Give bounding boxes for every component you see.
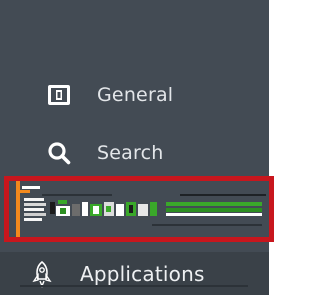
- general-settings-icon: [44, 82, 74, 108]
- sidebar-item-applications[interactable]: Applications: [0, 252, 269, 295]
- rocket-icon: [27, 260, 57, 288]
- sidebar-item-general[interactable]: General: [0, 75, 269, 115]
- divider: [20, 285, 248, 287]
- sidebar: General Search Applications: [0, 0, 269, 295]
- sidebar-item-label: General: [97, 84, 174, 106]
- search-icon: [44, 140, 74, 166]
- screenshot-stage: General Search Applications: [0, 0, 290, 295]
- highlight-annotation-box: [4, 176, 274, 242]
- sidebar-item-search[interactable]: Search: [0, 133, 269, 173]
- sidebar-item-label: Search: [97, 142, 164, 164]
- sidebar-item-label: Applications: [80, 261, 205, 286]
